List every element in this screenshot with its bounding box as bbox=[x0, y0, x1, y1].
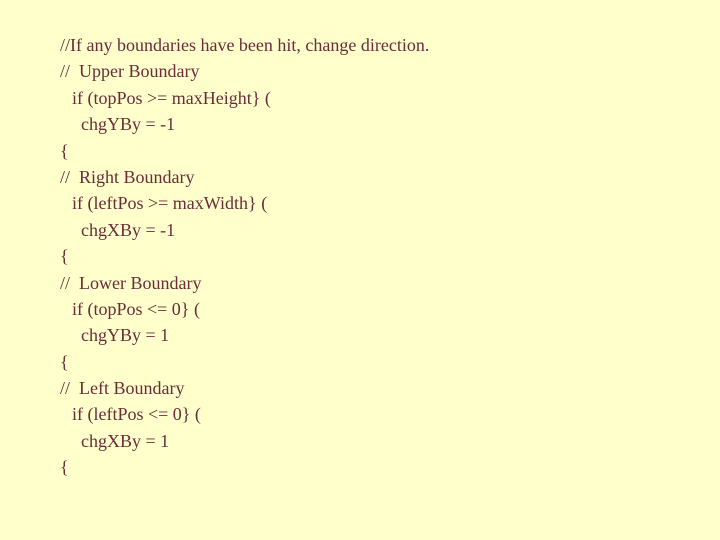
code-brace-line: { bbox=[60, 351, 69, 372]
code-block: //If any boundaries have been hit, chang… bbox=[60, 32, 429, 481]
code-line: chgXBy = -1 bbox=[81, 219, 176, 240]
code-comment-line: // Upper Boundary bbox=[60, 61, 200, 82]
code-line: if (leftPos <= 0} ( bbox=[72, 404, 201, 425]
slide: //If any boundaries have been hit, chang… bbox=[0, 0, 720, 540]
code-comment-line: //If any boundaries have been hit, chang… bbox=[60, 35, 430, 55]
code-brace-line: { bbox=[60, 246, 69, 267]
code-line: if (topPos >= maxHeight} ( bbox=[72, 87, 271, 108]
code-comment-line: // Left Boundary bbox=[60, 378, 185, 399]
code-brace-line: { bbox=[60, 457, 69, 478]
code-comment-line: // Right Boundary bbox=[60, 166, 195, 187]
code-line: chgXBy = 1 bbox=[81, 430, 170, 451]
code-line: chgYBy = -1 bbox=[81, 114, 176, 135]
code-line: chgYBy = 1 bbox=[81, 325, 170, 346]
code-line: if (leftPos >= maxWidth} ( bbox=[72, 193, 268, 214]
code-comment-line: // Lower Boundary bbox=[60, 272, 202, 293]
code-brace-line: { bbox=[60, 140, 69, 161]
code-line: if (topPos <= 0} ( bbox=[72, 298, 200, 319]
